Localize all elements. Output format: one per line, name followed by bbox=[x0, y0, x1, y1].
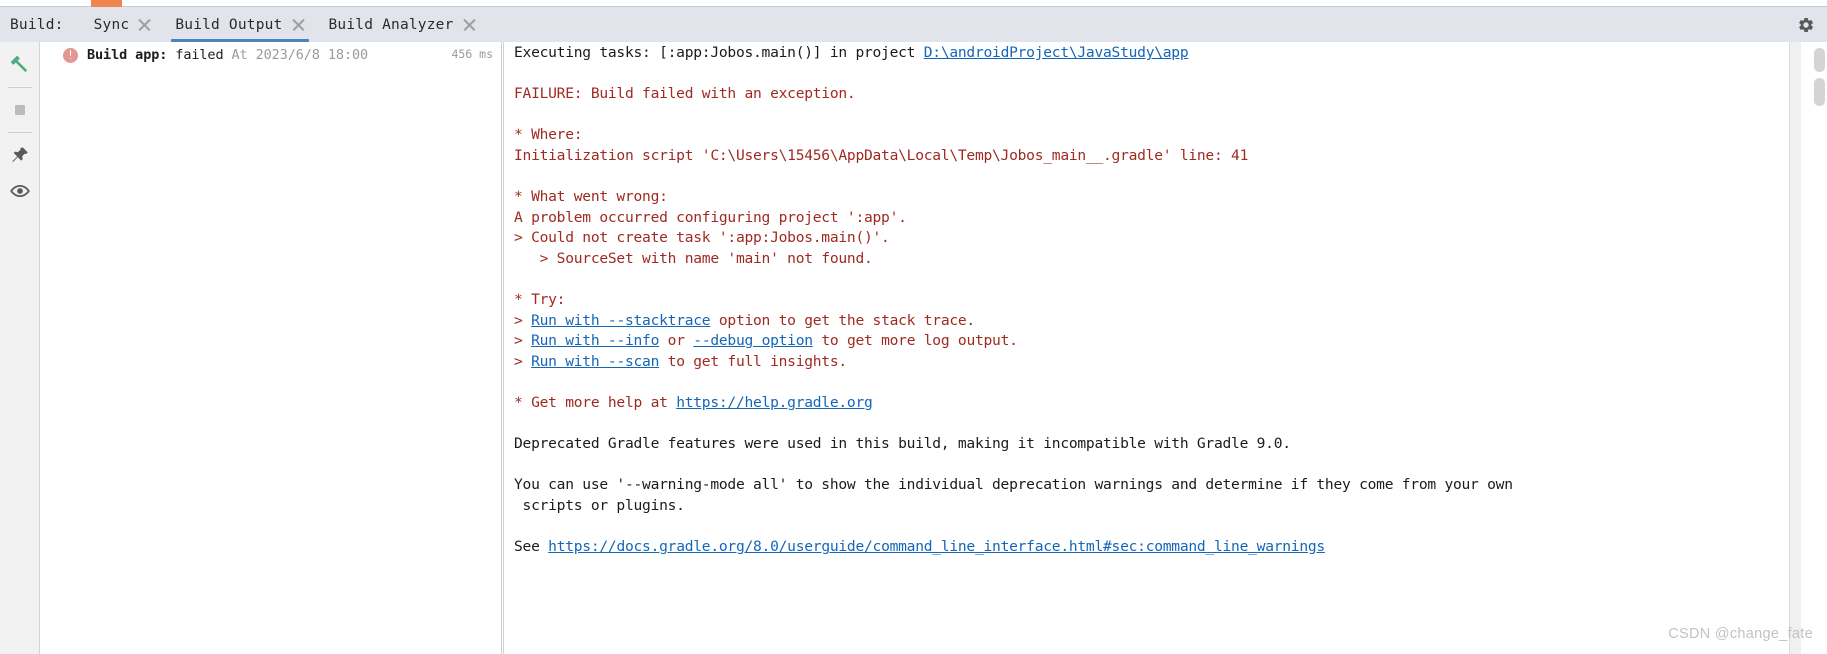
console-line: * Try: bbox=[514, 290, 1513, 311]
tab-build-analyzer[interactable]: Build Analyzer bbox=[317, 7, 488, 42]
build-event-at-label: At bbox=[231, 47, 248, 63]
console-text-span: > SourceSet with name 'main' not found. bbox=[514, 249, 873, 267]
console-text-span: to get full insights. bbox=[659, 352, 848, 370]
console-text-span: See bbox=[514, 538, 549, 556]
console-link[interactable]: Run with --scan bbox=[531, 353, 659, 370]
tab-build-analyzer-label: Build Analyzer bbox=[328, 16, 454, 33]
settings-button[interactable] bbox=[1795, 14, 1817, 36]
console-text-span: * Get more help at bbox=[514, 394, 677, 412]
console-line: * Get more help at https://help.gradle.o… bbox=[514, 393, 1513, 414]
console-line: You can use '--warning-mode all' to show… bbox=[514, 475, 1513, 496]
scrollbar-column bbox=[1788, 42, 1827, 654]
console-text-span: Executing tasks: [:app:Jobos.main()] in … bbox=[514, 44, 924, 61]
scrollbar-track[interactable] bbox=[1789, 42, 1801, 654]
error-icon bbox=[63, 47, 78, 63]
watermark: CSDN @change_fate bbox=[1668, 626, 1813, 642]
tab-sync[interactable]: Sync bbox=[82, 7, 164, 42]
console-line: scripts or plugins. bbox=[514, 496, 1513, 517]
console-gutter bbox=[503, 42, 506, 654]
stop-button[interactable] bbox=[3, 93, 37, 127]
build-hammer-icon bbox=[10, 55, 27, 72]
console-link[interactable]: Run with --stacktrace bbox=[531, 312, 711, 329]
close-icon[interactable] bbox=[463, 18, 476, 31]
tab-sync-label: Sync bbox=[93, 16, 130, 33]
console-line: > Run with --stacktrace option to get th… bbox=[514, 311, 1513, 332]
console-text-span: * Try: bbox=[514, 291, 566, 309]
toolbar-divider bbox=[7, 87, 32, 88]
console-line: * Where: bbox=[514, 125, 1513, 146]
gear-icon bbox=[1799, 17, 1813, 32]
console-text-span: * Where: bbox=[514, 126, 583, 144]
console-text-span: scripts or plugins. bbox=[514, 497, 685, 515]
build-events-pane: Build app: failed At 2023/6/8 18:00 456 … bbox=[41, 42, 502, 654]
accent-chip bbox=[91, 0, 122, 7]
pin-icon bbox=[12, 146, 28, 162]
console-line: > Run with --info or --debug option to g… bbox=[514, 331, 1513, 352]
tab-build-output[interactable]: Build Output bbox=[163, 7, 316, 42]
console-text-span: > bbox=[514, 352, 532, 370]
console-line: A problem occurred configuring project '… bbox=[514, 208, 1513, 229]
console-line: Deprecated Gradle features were used in … bbox=[514, 434, 1513, 455]
console-line: Initialization script 'C:\Users\15456\Ap… bbox=[514, 146, 1513, 167]
build-event-timestamp: 2023/6/8 18:00 bbox=[255, 47, 368, 63]
console-line: Executing tasks: [:app:Jobos.main()] in … bbox=[514, 43, 1513, 64]
tab-build-output-label: Build Output bbox=[175, 16, 283, 33]
build-button[interactable] bbox=[3, 48, 37, 82]
console-text-span: or bbox=[659, 332, 694, 350]
scroll-thumb-second[interactable] bbox=[1814, 78, 1825, 106]
console-text-span: FAILURE: Build failed with an exception. bbox=[514, 85, 856, 103]
console-output-pane[interactable]: Executing tasks: [:app:Jobos.main()] in … bbox=[503, 42, 1788, 654]
console-text-span: > bbox=[514, 311, 532, 329]
console-text-span: Deprecated Gradle features were used in … bbox=[514, 435, 1291, 453]
build-event-title: Build app: bbox=[87, 47, 168, 63]
console-line: * What went wrong: bbox=[514, 187, 1513, 208]
tool-window-label: Build: bbox=[10, 16, 64, 33]
close-icon[interactable] bbox=[292, 18, 305, 31]
top-strip bbox=[0, 0, 1827, 7]
show-button[interactable] bbox=[3, 174, 37, 208]
console-text-span: You can use '--warning-mode all' to show… bbox=[514, 476, 1513, 494]
build-event-row[interactable]: Build app: failed At 2023/6/8 18:00 bbox=[41, 42, 501, 68]
tab-bar: Build: Sync Build Output Build Analyzer bbox=[0, 7, 1827, 42]
console-line: See https://docs.gradle.org/8.0/userguid… bbox=[514, 537, 1513, 558]
close-icon[interactable] bbox=[138, 18, 151, 31]
build-event-status: failed bbox=[175, 47, 224, 63]
console-line: > SourceSet with name 'main' not found. bbox=[514, 249, 1513, 270]
build-tool-window: Build: Sync Build Output Build Analyzer bbox=[0, 0, 1827, 654]
console-link[interactable]: --debug option bbox=[693, 332, 813, 349]
body-area: Build app: failed At 2023/6/8 18:00 456 … bbox=[0, 42, 1827, 654]
toolbar-divider bbox=[7, 132, 32, 133]
console-line: > Run with --scan to get full insights. bbox=[514, 352, 1513, 373]
console-link[interactable]: https://docs.gradle.org/8.0/userguide/co… bbox=[548, 538, 1325, 555]
console-text-span: A problem occurred configuring project '… bbox=[514, 208, 907, 226]
console-link[interactable]: https://help.gradle.org bbox=[676, 394, 873, 411]
console-link[interactable]: Run with --info bbox=[531, 332, 659, 349]
scroll-thumb-top[interactable] bbox=[1814, 48, 1825, 72]
left-toolbar bbox=[0, 42, 40, 654]
console-line: > Could not create task ':app:Jobos.main… bbox=[514, 228, 1513, 249]
console-text-span: Initialization script 'C:\Users\15456\Ap… bbox=[514, 146, 1249, 164]
build-event-text: Build app: failed At 2023/6/8 18:00 bbox=[87, 47, 368, 63]
build-event-duration: 456 ms bbox=[451, 47, 493, 61]
eye-icon bbox=[9, 184, 30, 198]
console-link[interactable]: D:\androidProject\JavaStudy\app bbox=[924, 44, 1189, 61]
console-line: FAILURE: Build failed with an exception. bbox=[514, 84, 1513, 105]
console-text-span: > Could not create task ':app:Jobos.main… bbox=[514, 229, 890, 247]
stop-icon bbox=[14, 105, 25, 115]
console-text-span: to get more log output. bbox=[812, 332, 1018, 350]
console-output-text: Executing tasks: [:app:Jobos.main()] in … bbox=[514, 42, 1513, 558]
console-text-span: > bbox=[514, 332, 532, 350]
console-text-span: * What went wrong: bbox=[514, 188, 668, 206]
pin-button[interactable] bbox=[3, 138, 37, 172]
console-text-span: option to get the stack trace. bbox=[710, 311, 975, 329]
